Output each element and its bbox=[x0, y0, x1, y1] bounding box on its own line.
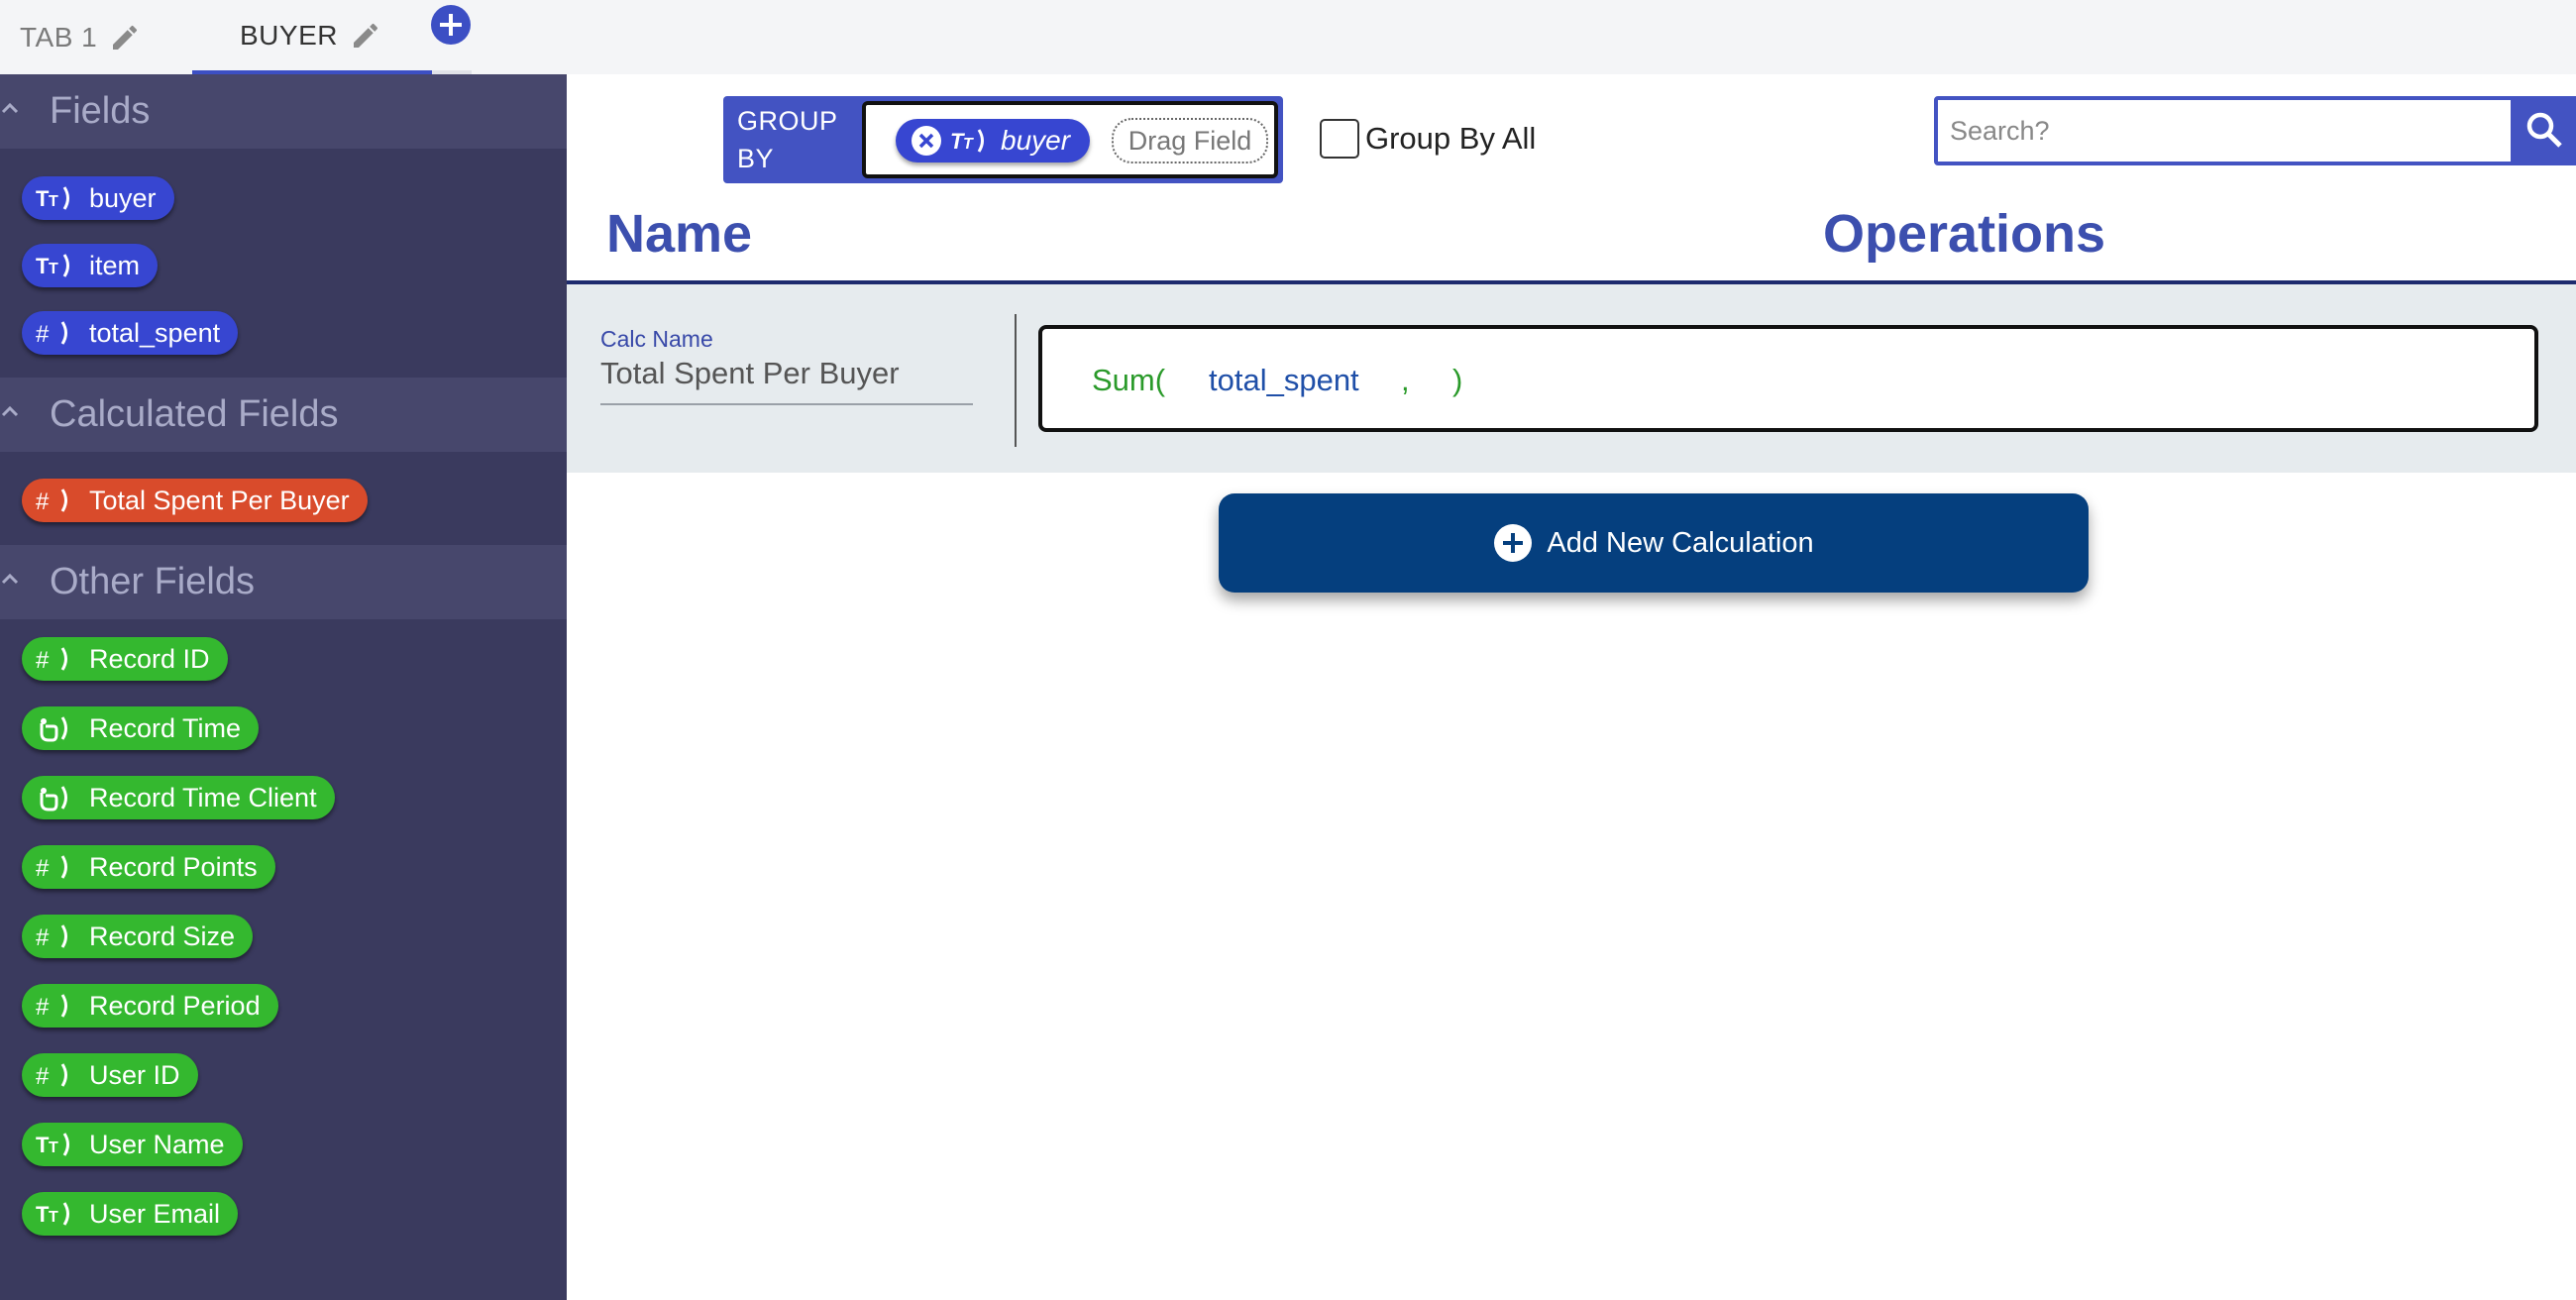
other-pill-record-points[interactable]: Record Points bbox=[22, 845, 275, 889]
other-section-header[interactable]: Other Fields bbox=[0, 545, 567, 619]
time-type-icon bbox=[30, 776, 79, 819]
tab-label: TAB 1 bbox=[20, 21, 98, 53]
number-type-icon bbox=[30, 915, 79, 958]
group-by-all-label: Group By All bbox=[1365, 121, 1537, 156]
field-label: item bbox=[89, 250, 141, 280]
calc-name-label: Calc Name bbox=[600, 326, 713, 352]
calculated-section-header[interactable]: Calculated Fields bbox=[0, 378, 567, 452]
search-bar: Search? bbox=[1934, 96, 2576, 165]
calculation-row: Calc Name Total Spent Per Buyer Sum( tot… bbox=[567, 284, 2576, 473]
chevron-up-icon bbox=[1, 573, 19, 585]
text-type-icon bbox=[30, 1123, 79, 1166]
op-comma: , bbox=[1401, 363, 1410, 397]
tab-1[interactable]: TAB 1 bbox=[20, 0, 141, 74]
field-label: buyer bbox=[89, 182, 157, 213]
text-type-icon bbox=[30, 244, 79, 287]
field-pill-item[interactable]: item bbox=[22, 244, 159, 287]
number-type-icon bbox=[30, 311, 79, 355]
field-label: total_spent bbox=[89, 317, 221, 348]
field-label: Record Points bbox=[89, 851, 258, 882]
number-type-icon bbox=[30, 637, 79, 681]
chip-label: buyer bbox=[1001, 125, 1071, 156]
text-type-icon bbox=[30, 176, 79, 220]
group-by-dropzone[interactable]: buyer Drag Field bbox=[862, 101, 1278, 178]
search-icon bbox=[2526, 112, 2562, 148]
field-label: User Email bbox=[89, 1198, 221, 1229]
field-label: Total Spent Per Buyer bbox=[89, 485, 350, 515]
number-type-icon bbox=[30, 845, 79, 889]
other-pill-record-size[interactable]: Record Size bbox=[22, 915, 254, 958]
operations-editor[interactable]: Sum( total_spent , ) bbox=[1038, 325, 2538, 432]
group-by-all-checkbox[interactable] bbox=[1320, 119, 1359, 159]
other-pill-record-id[interactable]: Record ID bbox=[22, 637, 228, 681]
field-label: Record Time Client bbox=[89, 782, 317, 812]
add-new-calculation-button[interactable]: Add New Calculation bbox=[1219, 493, 2089, 593]
group-by-panel: GROUP BY buyer Drag Field bbox=[723, 96, 1283, 183]
field-pill-total-spent[interactable]: total_spent bbox=[22, 311, 239, 355]
add-calc-label: Add New Calculation bbox=[1547, 526, 1814, 559]
other-pill-record-time[interactable]: Record Time bbox=[22, 706, 260, 750]
chevron-up-icon bbox=[1, 405, 19, 417]
plus-circle-icon bbox=[1494, 524, 1533, 562]
calc-pill-total-spent-per-buyer[interactable]: Total Spent Per Buyer bbox=[22, 479, 368, 522]
drag-field-placeholder[interactable]: Drag Field bbox=[1112, 118, 1268, 163]
field-label: User ID bbox=[89, 1059, 180, 1090]
operations-column-header: Operations bbox=[1823, 204, 2106, 264]
op-function[interactable]: Sum( bbox=[1092, 363, 1165, 398]
op-close-paren: ) bbox=[1452, 363, 1463, 397]
number-type-icon bbox=[30, 1053, 79, 1097]
text-type-icon bbox=[30, 1192, 79, 1236]
time-type-icon bbox=[30, 706, 79, 750]
section-title: Calculated Fields bbox=[50, 393, 339, 435]
section-title: Other Fields bbox=[50, 561, 255, 602]
field-label: Record Size bbox=[89, 921, 236, 951]
calc-name-input[interactable]: Total Spent Per Buyer bbox=[600, 356, 973, 405]
name-column-header: Name bbox=[606, 204, 753, 264]
field-label: Record ID bbox=[89, 643, 210, 674]
other-pill-user-email[interactable]: User Email bbox=[22, 1192, 239, 1236]
search-button[interactable] bbox=[2513, 96, 2576, 165]
main-panel: GROUP BY buyer Drag Field Group By All S… bbox=[567, 74, 2576, 1300]
number-type-icon bbox=[30, 479, 79, 522]
other-pill-record-time-client[interactable]: Record Time Client bbox=[22, 776, 335, 819]
op-field-arg[interactable]: total_spent bbox=[1209, 363, 1359, 398]
group-by-chip-buyer[interactable]: buyer bbox=[896, 119, 1090, 162]
remove-circle-icon[interactable] bbox=[910, 124, 943, 158]
field-label: User Name bbox=[89, 1129, 225, 1159]
other-pill-record-period[interactable]: Record Period bbox=[22, 984, 278, 1028]
pencil-icon[interactable] bbox=[350, 20, 381, 52]
tab-bar: TAB 1 BUYER bbox=[0, 0, 2576, 74]
other-pill-user-id[interactable]: User ID bbox=[22, 1053, 198, 1097]
field-label: Record Time bbox=[89, 712, 242, 743]
section-title: Fields bbox=[50, 90, 151, 132]
other-pill-user-name[interactable]: User Name bbox=[22, 1123, 243, 1166]
tab-buyer[interactable]: BUYER bbox=[192, 0, 432, 74]
field-pill-buyer[interactable]: buyer bbox=[22, 176, 174, 220]
group-by-label: GROUP BY bbox=[737, 106, 838, 173]
sidebar: Fields buyer item total_spent Calculated… bbox=[0, 74, 567, 1300]
field-label: Record Period bbox=[89, 990, 261, 1021]
tab-label: BUYER bbox=[240, 19, 338, 51]
fields-section-header[interactable]: Fields bbox=[0, 74, 567, 149]
add-tab-button[interactable] bbox=[431, 5, 471, 45]
search-input[interactable]: Search? bbox=[1934, 96, 2515, 165]
number-type-icon bbox=[30, 984, 79, 1028]
row-divider bbox=[1015, 314, 1017, 447]
text-type-icon bbox=[947, 126, 991, 156]
pencil-icon[interactable] bbox=[109, 22, 141, 54]
chevron-up-icon bbox=[1, 102, 19, 114]
